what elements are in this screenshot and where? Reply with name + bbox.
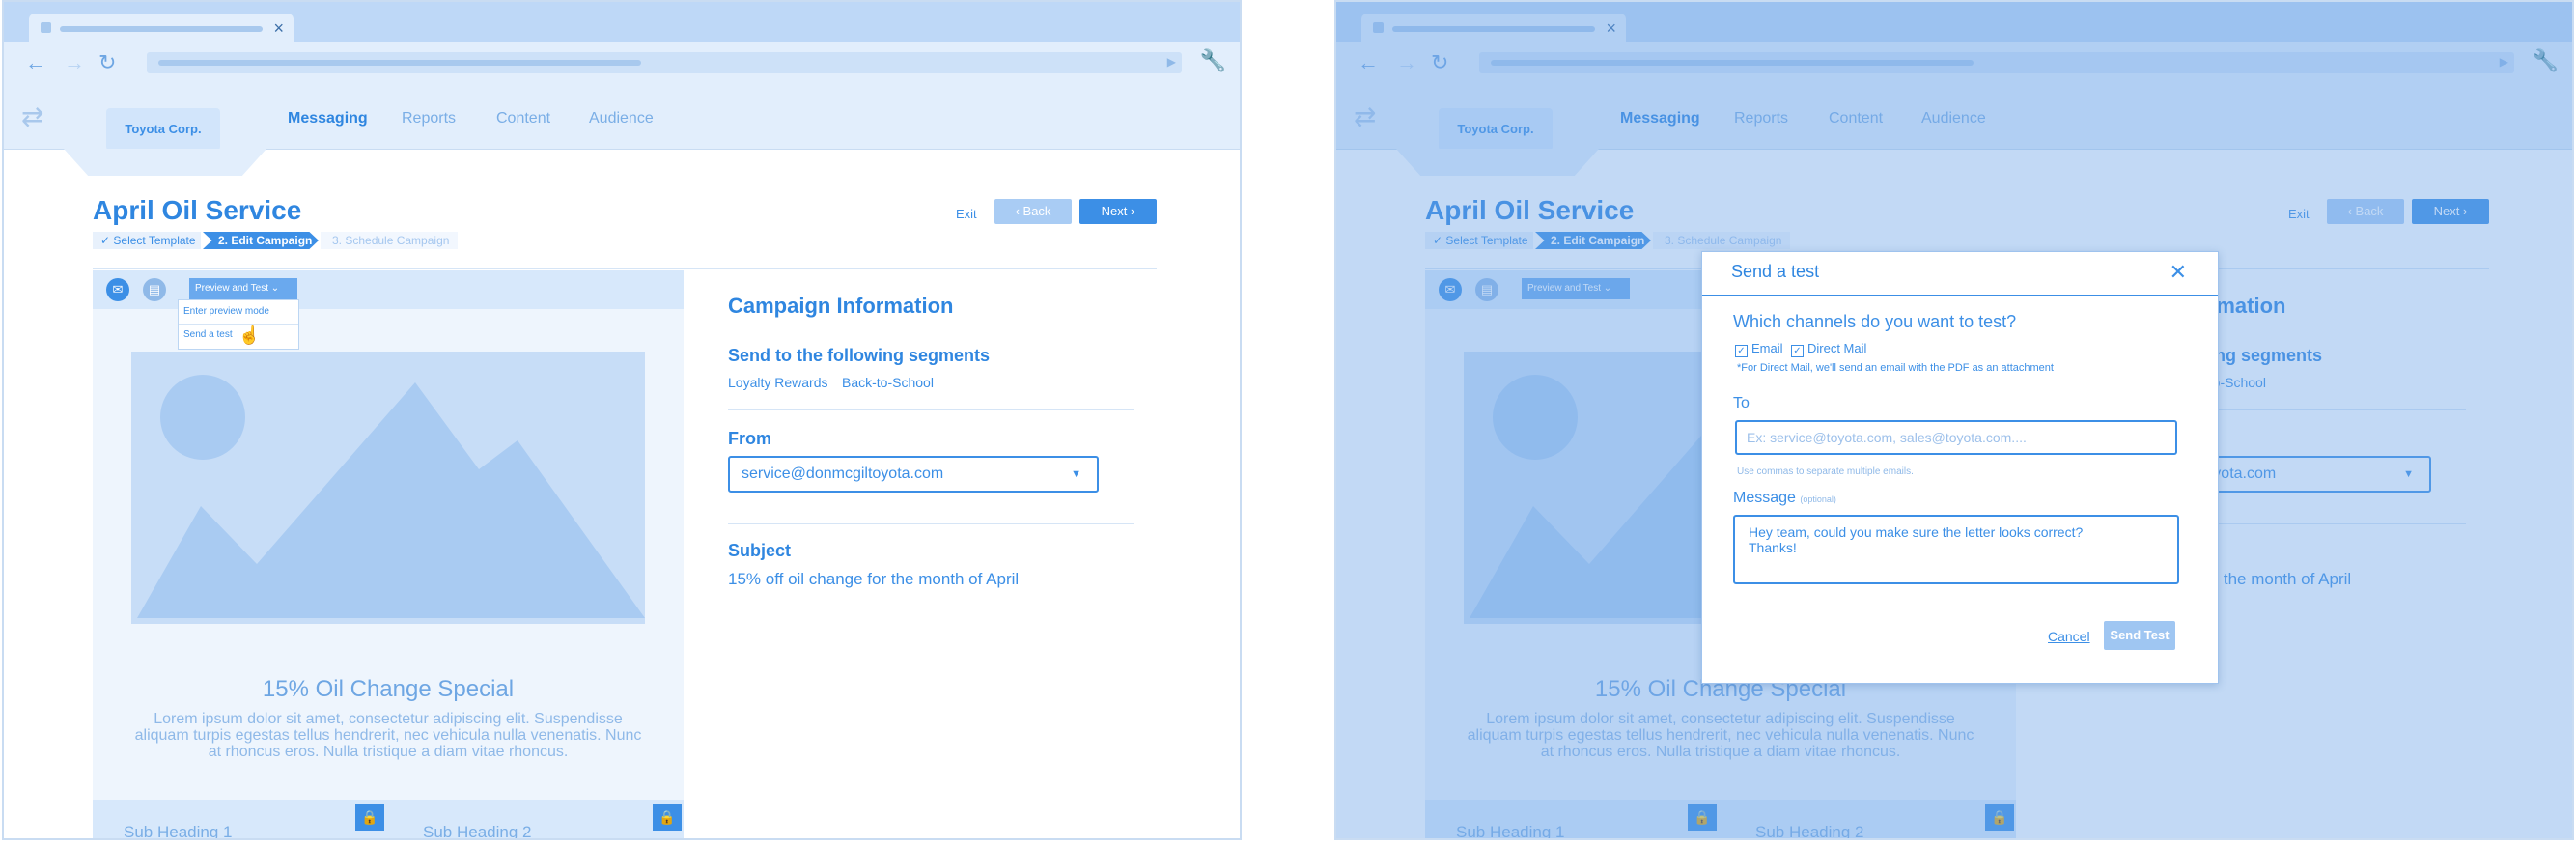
back-button[interactable]: ‹ Back (994, 199, 1072, 224)
template-preview: ✉ ▤ Preview and Test ⌄ Enter preview mod… (93, 270, 684, 840)
favicon-icon (41, 22, 51, 33)
modal-header: Send a test ✕ (1702, 252, 2218, 296)
direct-mail-checkbox-label: Direct Mail (1807, 341, 1867, 355)
org-tab-notch (64, 149, 266, 176)
app-header: ⇄ Toyota Corp. Messaging Reports Content… (4, 85, 1240, 151)
email-checkbox[interactable]: ✓ Email (1735, 341, 1783, 357)
optional-label: (optional) (1800, 494, 1836, 504)
checkmark-icon: ✓ (1791, 345, 1804, 357)
message-label-row: Message (optional) (1733, 490, 1836, 507)
nav-audience[interactable]: Audience (589, 110, 654, 127)
address-bar[interactable]: ▶ (147, 52, 1182, 73)
channels-question: Which channels do you want to test? (1733, 312, 2017, 331)
message-label: Message (1733, 490, 1796, 506)
promo-body: Lorem ipsum dolor sit amet, consectetur … (134, 711, 642, 760)
step-edit-campaign[interactable]: 2. Edit Campaign (203, 232, 319, 249)
subject-value: 15% off oil change for the month of Apri… (728, 570, 1020, 588)
go-icon[interactable]: ▶ (1167, 55, 1176, 69)
step-select-template[interactable]: ✓ Select Template (93, 232, 201, 249)
email-checkbox-label: Email (1751, 341, 1783, 355)
sun-shape (160, 375, 245, 460)
caret-down-icon: ▼ (1071, 468, 1081, 480)
url-placeholder (158, 60, 641, 66)
subject-heading: Subject (728, 541, 792, 560)
direct-mail-checkbox[interactable]: ✓ Direct Mail (1791, 341, 1866, 357)
browser-toolbar: ← → ↻ ▶ 🔧 (4, 42, 1240, 86)
message-field[interactable]: Hey team, could you make sure the letter… (1733, 515, 2179, 584)
menu-divider (179, 324, 298, 325)
menu-item-send-test[interactable]: Send a test (183, 329, 233, 340)
lock-icon[interactable]: 🔒 (653, 804, 682, 831)
send-test-modal: Send a test ✕ Which channels do you want… (1701, 251, 2219, 684)
cancel-link[interactable]: Cancel (2048, 629, 2090, 644)
preview-dropdown-label: Preview and Test (195, 283, 268, 294)
from-value: service@donmcgiltoyota.com (742, 466, 944, 482)
sub-heading-1: Sub Heading 1 (124, 823, 233, 840)
back-arrow-icon[interactable]: ← (25, 50, 46, 75)
lock-icon[interactable]: 🔒 (355, 804, 384, 831)
direct-mail-note: *For Direct Mail, we'll send an email wi… (1737, 362, 2054, 374)
wrench-icon[interactable]: 🔧 (1200, 48, 1226, 73)
nav-messaging[interactable]: Messaging (288, 110, 368, 127)
subheading-row: Sub Heading 1 Sub Heading 2 🔒 🔒 (93, 800, 684, 840)
pdf-icon[interactable]: ▤ (143, 278, 166, 301)
menu-item-enter-preview[interactable]: Enter preview mode (183, 306, 269, 317)
from-heading: From (728, 429, 771, 448)
browser-window: × ← → ↻ ▶ 🔧 ⇄ Toyota Corp. Messaging Rep… (2, 0, 1242, 840)
close-icon[interactable]: ✕ (2170, 260, 2187, 285)
exit-link[interactable]: Exit (956, 207, 977, 221)
nav-reports[interactable]: Reports (402, 110, 456, 127)
segments-heading: Send to the following segments (728, 346, 991, 365)
modal-title: Send a test (1731, 262, 1820, 281)
tab-title-placeholder (60, 26, 263, 32)
send-test-button[interactable]: Send Test (2104, 621, 2175, 650)
preview-toolbar: ✉ ▤ Preview and Test ⌄ Enter preview mod… (93, 270, 684, 350)
step-schedule-campaign[interactable]: 3. Schedule Campaign (321, 232, 458, 249)
to-hint: Use commas to separate multiple emails. (1737, 466, 1914, 477)
preview-and-test-dropdown[interactable]: Preview and Test ⌄ (189, 278, 297, 299)
tab-bar: × (4, 2, 1240, 42)
forward-arrow-icon[interactable]: → (64, 50, 85, 75)
to-field[interactable]: Ex: service@toyota.com, sales@toyota.com… (1735, 420, 2177, 455)
sub-heading-2: Sub Heading 2 (423, 823, 532, 840)
reload-icon[interactable]: ↻ (98, 50, 116, 75)
preview-menu: Enter preview mode Send a test ☝ (178, 299, 299, 350)
close-tab-icon[interactable]: × (273, 18, 284, 38)
shuffle-icon[interactable]: ⇄ (21, 100, 43, 132)
image-placeholder (131, 352, 645, 624)
promo-title: 15% Oil Change Special (262, 676, 515, 702)
org-switcher[interactable]: Toyota Corp. (106, 108, 220, 151)
campaign-info-title: Campaign Information (728, 294, 954, 318)
divider (93, 268, 1157, 269)
segment-back-to-school[interactable]: Back-to-School (842, 375, 934, 390)
chevron-down-icon: ⌄ (270, 283, 280, 294)
divider (728, 409, 1134, 410)
email-icon[interactable]: ✉ (106, 278, 129, 301)
next-button[interactable]: Next › (1079, 199, 1157, 224)
nav-content[interactable]: Content (496, 110, 550, 127)
divider (728, 523, 1134, 524)
hand-cursor-icon: ☝ (238, 325, 261, 345)
segment-loyalty-rewards[interactable]: Loyalty Rewards (728, 375, 828, 390)
browser-window: × ← → ↻ ▶ 🔧 ⇄ Toyota Corp. Messaging Rep… (1334, 0, 2574, 840)
from-select[interactable]: service@donmcgiltoyota.com ▼ (728, 456, 1099, 493)
browser-tab[interactable]: × (29, 14, 294, 42)
page-title: April Oil Service (93, 195, 302, 225)
to-label: To (1733, 395, 1750, 411)
checkmark-icon: ✓ (1735, 345, 1748, 357)
